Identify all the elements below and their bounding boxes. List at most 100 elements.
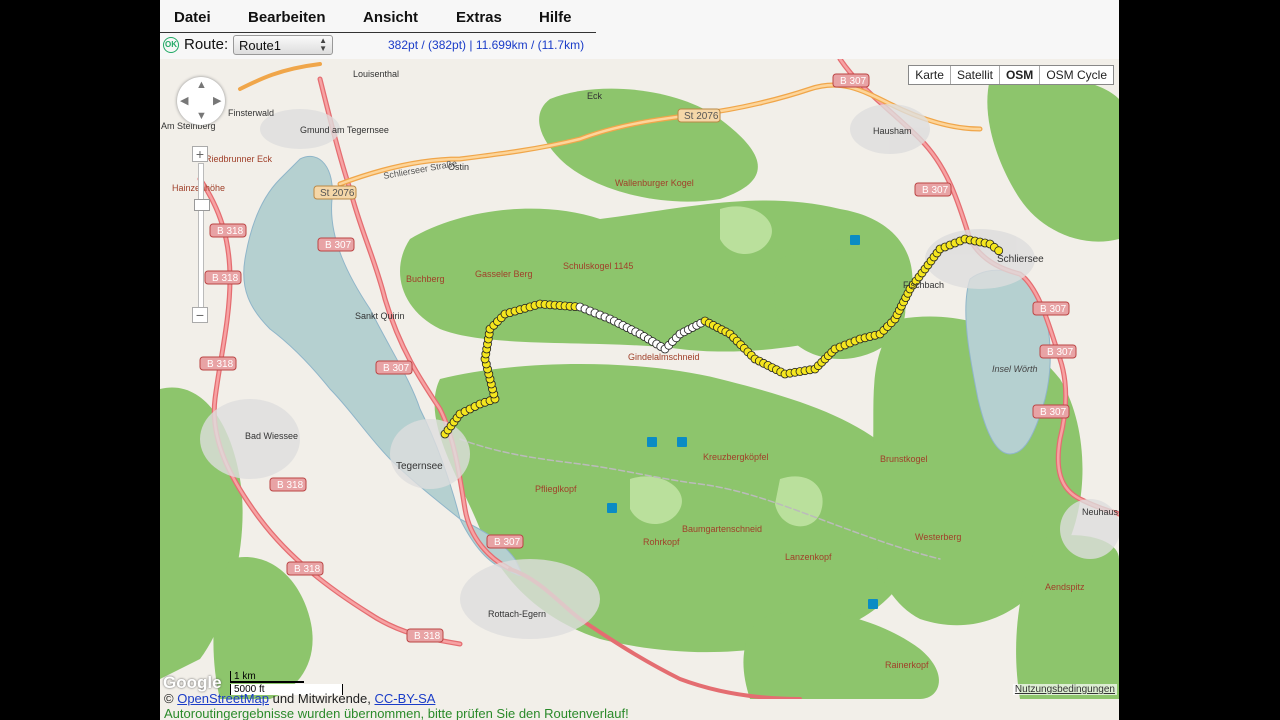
svg-text:B 318: B 318 bbox=[207, 359, 234, 370]
menu-bar: Datei Bearbeiten Ansicht Extras Hilfe bbox=[160, 0, 1119, 34]
map-label: Brunstkogel bbox=[880, 454, 928, 464]
route-select[interactable]: Route1 ▲ ▼ bbox=[233, 35, 333, 55]
google-logo: Google bbox=[163, 673, 222, 692]
map-label: Finsterwald bbox=[228, 108, 274, 118]
hut-icon bbox=[607, 503, 617, 513]
road-shield: B 307 bbox=[914, 182, 952, 197]
route-label: Route: bbox=[184, 36, 229, 53]
hut-icon bbox=[868, 599, 878, 609]
map-label: Bad Wiessee bbox=[245, 431, 298, 441]
map-label: Neuhaus bbox=[1082, 507, 1119, 517]
hut-icon bbox=[677, 437, 687, 447]
pan-left-icon[interactable]: ◀ bbox=[180, 94, 188, 107]
osm-link[interactable]: OpenStreetMap bbox=[177, 691, 269, 706]
route-select-value: Route1 bbox=[239, 38, 281, 53]
road-shield: B 307 bbox=[1039, 344, 1077, 359]
map-label: Rottach-Egern bbox=[488, 609, 546, 619]
pan-up-icon[interactable]: ▲ bbox=[196, 79, 207, 91]
status-message: Autoroutingergebnisse wurden übernommen,… bbox=[164, 706, 629, 720]
map-label: Ostin bbox=[448, 162, 469, 172]
road-shield: B 318 bbox=[204, 270, 242, 285]
zoom-in-button[interactable]: + bbox=[192, 146, 208, 162]
pan-right-icon[interactable]: ▶ bbox=[213, 94, 221, 107]
menu-hilfe[interactable]: Hilfe bbox=[539, 9, 572, 26]
license-link[interactable]: CC-BY-SA bbox=[374, 691, 435, 706]
menu-ansicht[interactable]: Ansicht bbox=[363, 9, 418, 26]
map-label: Westerberg bbox=[915, 532, 961, 542]
svg-text:B 318: B 318 bbox=[277, 480, 304, 491]
svg-text:St 2076: St 2076 bbox=[684, 111, 719, 122]
road-shield: B 307 bbox=[1032, 404, 1070, 419]
map-label: Baumgartenschneid bbox=[682, 524, 762, 534]
hut-icon bbox=[850, 235, 860, 245]
zoom-slider-track[interactable] bbox=[198, 163, 204, 308]
map-label: Eck bbox=[587, 91, 603, 101]
attribution-mid: und Mitwirkende, bbox=[268, 691, 375, 706]
route-stats: 382pt / (382pt) | 11.699km / (11.7km) bbox=[388, 38, 585, 52]
scale-km: 1 km bbox=[230, 671, 304, 683]
menu-divider bbox=[160, 32, 596, 33]
road-shield: B 318 bbox=[406, 628, 444, 643]
road-shield: B 318 bbox=[286, 561, 324, 576]
road-shield: B 318 bbox=[269, 477, 307, 492]
road-shield: B 307 bbox=[1032, 301, 1070, 316]
road-shield: B 318 bbox=[199, 356, 237, 371]
map-label: Tegernsee bbox=[396, 461, 443, 472]
map-label: Buchberg bbox=[406, 274, 445, 284]
map-label: Insel Wörth bbox=[992, 364, 1038, 374]
svg-text:B 307: B 307 bbox=[1040, 407, 1067, 418]
map-label: Aendspitz bbox=[1045, 582, 1085, 592]
terms-link[interactable]: Nutzungsbedingungen bbox=[1012, 684, 1117, 695]
map-label: Rohrkopf bbox=[643, 537, 680, 547]
pan-control[interactable]: ▲ ▼ ◀ ▶ bbox=[177, 77, 225, 125]
map-label: Hausham bbox=[873, 126, 912, 136]
map-label: Gindelalmschneid bbox=[628, 352, 700, 362]
updown-arrows-icon: ▲ ▼ bbox=[319, 36, 327, 53]
ok-status-icon[interactable]: OK bbox=[163, 37, 179, 53]
pan-down-icon[interactable]: ▼ bbox=[196, 110, 207, 122]
svg-text:B 318: B 318 bbox=[414, 631, 441, 642]
hut-icon bbox=[647, 437, 657, 447]
svg-text:B 318: B 318 bbox=[294, 564, 321, 575]
road-shield: B 307 bbox=[486, 534, 524, 549]
map-tiles: B 307 B 307 B 307 B 307 B 307 B 307 B 30… bbox=[160, 59, 1119, 699]
map-type-osm-cycle[interactable]: OSM Cycle bbox=[1040, 66, 1113, 84]
svg-text:B 318: B 318 bbox=[217, 226, 244, 237]
map-label: Kreuzbergköpfel bbox=[703, 452, 769, 462]
svg-text:B 307: B 307 bbox=[922, 185, 949, 196]
map-label: Pflieglkopf bbox=[535, 484, 577, 494]
svg-text:St 2076: St 2076 bbox=[320, 188, 355, 199]
map-label: Schliersee bbox=[997, 254, 1044, 265]
road-shield: St 2076 bbox=[313, 185, 357, 200]
app-window: Datei Bearbeiten Ansicht Extras Hilfe OK… bbox=[160, 0, 1119, 720]
zoom-out-button[interactable]: − bbox=[192, 307, 208, 323]
menu-datei[interactable]: Datei bbox=[174, 9, 211, 26]
zoom-slider-thumb[interactable] bbox=[194, 199, 210, 211]
svg-text:B 307: B 307 bbox=[1040, 304, 1067, 315]
road-shield: B 307 bbox=[317, 237, 355, 252]
map-type-karte[interactable]: Karte bbox=[909, 66, 951, 84]
map-type-switcher: Karte Satellit OSM OSM Cycle bbox=[908, 65, 1114, 85]
map-label: Rainerkopf bbox=[885, 660, 929, 670]
road-shield: B 307 bbox=[832, 73, 870, 88]
map-label: Riedbrunner Eck bbox=[205, 154, 273, 164]
map-type-satellit[interactable]: Satellit bbox=[951, 66, 1000, 84]
attribution-prefix: © bbox=[164, 691, 178, 706]
menu-extras[interactable]: Extras bbox=[456, 9, 502, 26]
route-toolbar: OK Route: Route1 ▲ ▼ 382pt / (382pt) | 11… bbox=[160, 34, 1119, 59]
map-label: Louisenthal bbox=[353, 69, 399, 79]
map-label: Fischbach bbox=[903, 280, 944, 290]
map-label: Sankt Quirin bbox=[355, 311, 405, 321]
map-label: Gmund am Tegernsee bbox=[300, 125, 389, 135]
road-shield: St 2076 bbox=[677, 108, 721, 123]
map-type-osm[interactable]: OSM bbox=[1000, 66, 1041, 84]
road-shield: B 318 bbox=[209, 223, 247, 238]
svg-text:B 307: B 307 bbox=[1047, 347, 1074, 358]
map-label: Wallenburger Kogel bbox=[615, 178, 694, 188]
map-canvas[interactable]: B 307 B 307 B 307 B 307 B 307 B 307 B 30… bbox=[160, 59, 1119, 699]
svg-text:B 307: B 307 bbox=[494, 537, 521, 548]
menu-bearbeiten[interactable]: Bearbeiten bbox=[248, 9, 326, 26]
map-label: Schulskogel 1145 bbox=[563, 261, 633, 271]
svg-text:B 307: B 307 bbox=[840, 76, 867, 87]
svg-text:B 307: B 307 bbox=[383, 363, 410, 374]
